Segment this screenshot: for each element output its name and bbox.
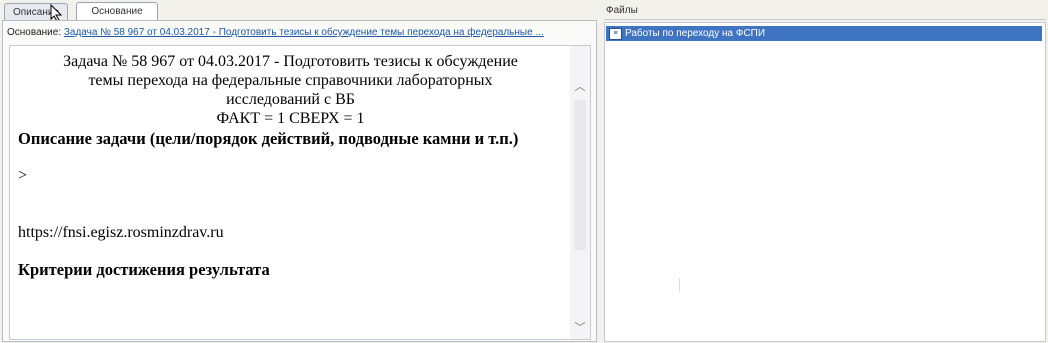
basis-row: Основание: Задача № 58 967 от 04.03.2017… xyxy=(7,27,544,38)
basis-link[interactable]: Задача № 58 967 от 04.03.2017 - Подготов… xyxy=(64,27,544,38)
scroll-up-icon[interactable]: ︿ xyxy=(573,80,587,94)
document-icon: ≡ xyxy=(609,28,622,40)
scroll-down-icon[interactable]: ﹀ xyxy=(573,321,587,335)
scrollbar-thumb[interactable] xyxy=(574,100,586,250)
left-pane: Описание Основание Основание: Задача № 5… xyxy=(0,0,597,343)
files-header: Файлы xyxy=(604,3,1046,20)
doc-criteria-heading: Критерии достижения результата xyxy=(18,260,270,279)
document-viewer[interactable]: Задача № 58 967 от 04.03.2017 - Подготов… xyxy=(9,45,591,340)
basis-label: Основание: xyxy=(7,27,62,38)
doc-title-line: исследований с ВБ xyxy=(226,91,355,108)
document-scrollbar[interactable]: ︿ ﹀ xyxy=(570,46,590,339)
basis-tab-panel: Основание: Задача № 58 967 от 04.03.2017… xyxy=(2,20,597,342)
file-item[interactable]: ≡ Работы по переходу на ФСПИ xyxy=(606,26,1042,41)
doc-title-line: Задача № 58 967 от 04.03.2017 - Подготов… xyxy=(63,53,518,70)
files-list[interactable]: ≡ Работы по переходу на ФСПИ xyxy=(604,22,1046,342)
file-item-label: Работы по переходу на ФСПИ xyxy=(625,28,766,39)
files-pane: Файлы ≡ Работы по переходу на ФСПИ xyxy=(600,0,1048,343)
divider xyxy=(679,278,680,292)
doc-quote-marker: > xyxy=(18,167,28,184)
doc-fact-line: ФАКТ = 1 СВЕРХ = 1 xyxy=(216,110,365,127)
tab-basis[interactable]: Основание xyxy=(76,2,158,22)
document-content: Задача № 58 967 от 04.03.2017 - Подготов… xyxy=(18,52,563,279)
doc-url-link[interactable]: https://fnsi.egisz.rosminzdrav.ru xyxy=(18,223,563,242)
doc-title-line: темы перехода на федеральные справочники… xyxy=(88,72,493,89)
doc-description-heading: Описание задачи (цели/порядок действий, … xyxy=(18,129,519,148)
